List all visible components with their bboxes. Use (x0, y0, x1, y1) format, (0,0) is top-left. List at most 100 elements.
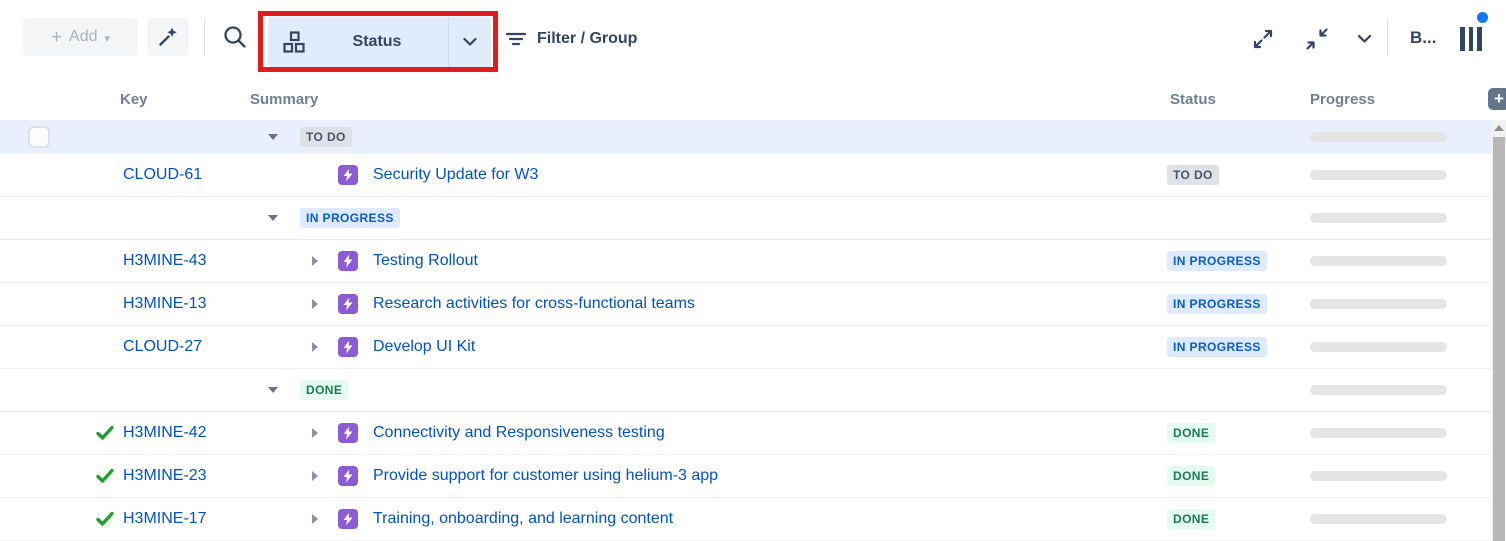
issue-summary-link[interactable]: Training, onboarding, and learning conte… (373, 510, 673, 528)
expand-triangle-icon[interactable] (312, 256, 322, 266)
column-header-key[interactable]: Key (80, 91, 248, 108)
issue-table: TO DO CLOUD-61 Security Update for W3 TO DO… (0, 120, 1492, 541)
add-button[interactable]: + Add ▾ (23, 18, 138, 56)
columns-icon (1460, 27, 1465, 51)
row-select-cell (0, 120, 80, 154)
filter-group-button[interactable]: Filter / Group (505, 26, 637, 52)
row-checkbox[interactable] (28, 126, 50, 148)
key-cell: H3MINE-17 (80, 498, 248, 540)
issue-key-link[interactable]: CLOUD-27 (123, 338, 202, 356)
key-cell (80, 120, 248, 154)
scroll-up-arrow-icon[interactable] (1494, 125, 1504, 131)
group-row[interactable]: DONE (0, 369, 1492, 412)
notification-dot (1477, 12, 1488, 23)
progress-bar (1310, 170, 1447, 180)
filter-group-label: Filter / Group (537, 30, 637, 48)
column-header-summary[interactable]: Summary (248, 91, 1150, 108)
status-badge[interactable]: DONE (1167, 423, 1215, 443)
collapse-triangle-icon[interactable] (268, 134, 278, 140)
status-badge[interactable]: IN PROGRESS (1167, 337, 1267, 357)
progress-cell (1290, 498, 1492, 540)
collapse-triangle-icon[interactable] (268, 215, 278, 221)
view-name-button[interactable]: B... (1410, 28, 1436, 48)
table-row[interactable]: H3MINE-43 Testing Rollout IN PROGRESS (0, 240, 1492, 283)
table-row[interactable]: CLOUD-27 Develop UI Kit IN PROGRESS (0, 326, 1492, 369)
issue-summary-link[interactable]: Security Update for W3 (373, 166, 538, 184)
table-row[interactable]: H3MINE-23 Provide support for customer us… (0, 455, 1492, 498)
expand-triangle-icon[interactable] (312, 428, 322, 438)
add-column-button[interactable]: + (1488, 88, 1506, 110)
progress-cell (1290, 197, 1492, 239)
issue-key-link[interactable]: H3MINE-42 (123, 424, 207, 442)
collapse-all-button[interactable] (1302, 24, 1332, 54)
issue-summary-link[interactable]: Provide support for customer using heliu… (373, 467, 718, 485)
status-cell: TO DO (1150, 154, 1290, 196)
key-cell: H3MINE-42 (80, 412, 248, 454)
column-header-progress[interactable]: Progress (1290, 91, 1492, 108)
row-select-cell (0, 240, 80, 282)
table-row[interactable]: CLOUD-61 Security Update for W3 TO DO (0, 154, 1492, 197)
progress-bar (1310, 385, 1447, 395)
group-summary-cell: IN PROGRESS (248, 197, 1150, 239)
automation-wand-button[interactable] (147, 18, 189, 56)
status-badge[interactable]: DONE (1167, 466, 1215, 486)
scrollbar-thumb[interactable] (1493, 137, 1505, 541)
check-slot (95, 337, 115, 357)
group-by-status-button[interactable]: Status (268, 17, 491, 67)
issue-key-link[interactable]: CLOUD-61 (123, 166, 202, 184)
issue-summary-link[interactable]: Testing Rollout (373, 252, 478, 270)
epic-issue-type-icon (338, 509, 358, 529)
progress-cell (1290, 326, 1492, 368)
toolbar: + Add ▾ (0, 0, 1506, 78)
group-row[interactable]: TO DO (0, 120, 1492, 154)
group-summary-cell: DONE (248, 369, 1150, 411)
epic-issue-type-icon (338, 423, 358, 443)
progress-cell (1290, 412, 1492, 454)
row-select-cell (0, 455, 80, 497)
collapse-triangle-icon[interactable] (268, 387, 278, 393)
key-cell: H3MINE-13 (80, 283, 248, 325)
progress-bar (1310, 428, 1447, 438)
issue-summary-link[interactable]: Connectivity and Responsiveness testing (373, 424, 665, 442)
summary-cell: Research activities for cross-functional… (248, 283, 1150, 325)
summary-cell: Develop UI Kit (248, 326, 1150, 368)
issue-key-link[interactable]: H3MINE-13 (123, 295, 207, 313)
expand-triangle-icon[interactable] (312, 299, 322, 309)
status-badge[interactable]: IN PROGRESS (1167, 251, 1267, 271)
toolbar-divider (204, 18, 205, 56)
group-summary-cell: TO DO (248, 120, 1150, 154)
table-row[interactable]: H3MINE-17 Training, onboarding, and learn… (0, 498, 1492, 541)
group-row[interactable]: IN PROGRESS (0, 197, 1492, 240)
table-row[interactable]: H3MINE-13 Research activities for cross-f… (0, 283, 1492, 326)
plus-icon: + (51, 28, 62, 47)
search-icon (221, 23, 249, 51)
progress-cell (1290, 369, 1492, 411)
column-header-status[interactable]: Status (1150, 91, 1290, 108)
issue-summary-link[interactable]: Research activities for cross-functional… (373, 295, 695, 313)
progress-bar (1310, 471, 1447, 481)
expand-all-button[interactable] (1248, 24, 1278, 54)
issue-key-link[interactable]: H3MINE-17 (123, 510, 207, 528)
epic-issue-type-icon (338, 165, 358, 185)
progress-cell (1290, 120, 1492, 154)
table-row[interactable]: H3MINE-42 Connectivity and Responsiveness… (0, 412, 1492, 455)
expand-triangle-icon[interactable] (312, 471, 322, 481)
issue-key-link[interactable]: H3MINE-43 (123, 252, 207, 270)
expand-triangle-icon[interactable] (312, 342, 322, 352)
status-badge[interactable]: IN PROGRESS (1167, 294, 1267, 314)
issue-summary-link[interactable]: Develop UI Kit (373, 338, 475, 356)
status-cell: IN PROGRESS (1150, 326, 1290, 368)
status-badge[interactable]: DONE (1167, 509, 1215, 529)
issue-key-link[interactable]: H3MINE-23 (123, 467, 207, 485)
more-views-dropdown[interactable] (1352, 24, 1376, 54)
key-cell: CLOUD-27 (80, 326, 248, 368)
status-badge[interactable]: TO DO (1167, 165, 1219, 185)
row-select-cell (0, 197, 80, 239)
key-cell: H3MINE-23 (80, 455, 248, 497)
columns-button[interactable] (1460, 27, 1488, 51)
vertical-scrollbar[interactable] (1492, 120, 1506, 541)
expand-triangle-icon[interactable] (312, 514, 322, 524)
search-button[interactable] (212, 16, 258, 58)
epic-issue-type-icon (338, 337, 358, 357)
group-by-dropdown[interactable] (449, 37, 491, 47)
